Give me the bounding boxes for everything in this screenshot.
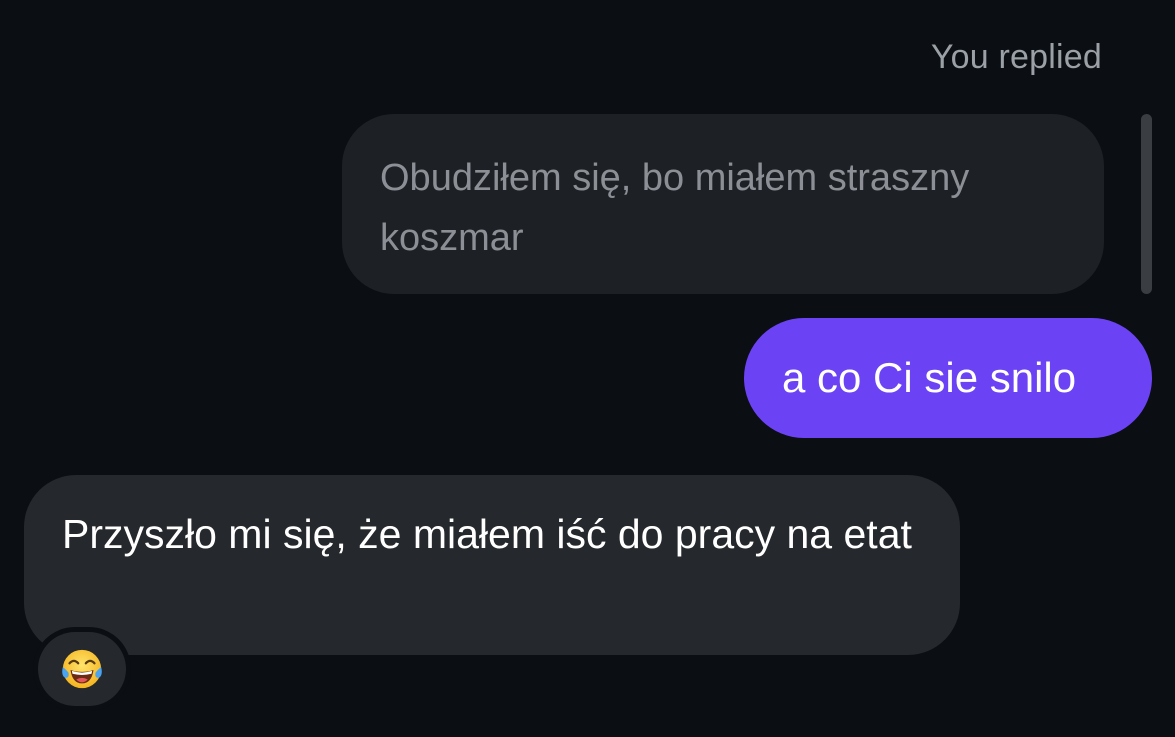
- quoted-message-bubble[interactable]: Obudziłem się, bo miałem straszny koszma…: [342, 114, 1104, 294]
- received-message-text: Przyszło mi się, że miałem iść do pracy …: [62, 511, 912, 557]
- face-with-tears-of-joy-icon: [62, 649, 102, 689]
- message-reaction[interactable]: [33, 627, 131, 711]
- quoted-message-scrollbar[interactable]: [1141, 114, 1152, 294]
- quoted-message-text: Obudziłem się, bo miałem straszny koszma…: [380, 157, 970, 259]
- reply-context-label: You replied: [930, 38, 1102, 76]
- chat-thread: You replied Obudziłem się, bo miałem str…: [0, 0, 1175, 737]
- received-message-bubble[interactable]: Przyszło mi się, że miałem iść do pracy …: [24, 475, 960, 655]
- sent-message-bubble[interactable]: a co Ci sie snilo: [744, 318, 1152, 438]
- sent-message-text: a co Ci sie snilo: [782, 354, 1077, 401]
- reaction-pill[interactable]: [38, 632, 126, 706]
